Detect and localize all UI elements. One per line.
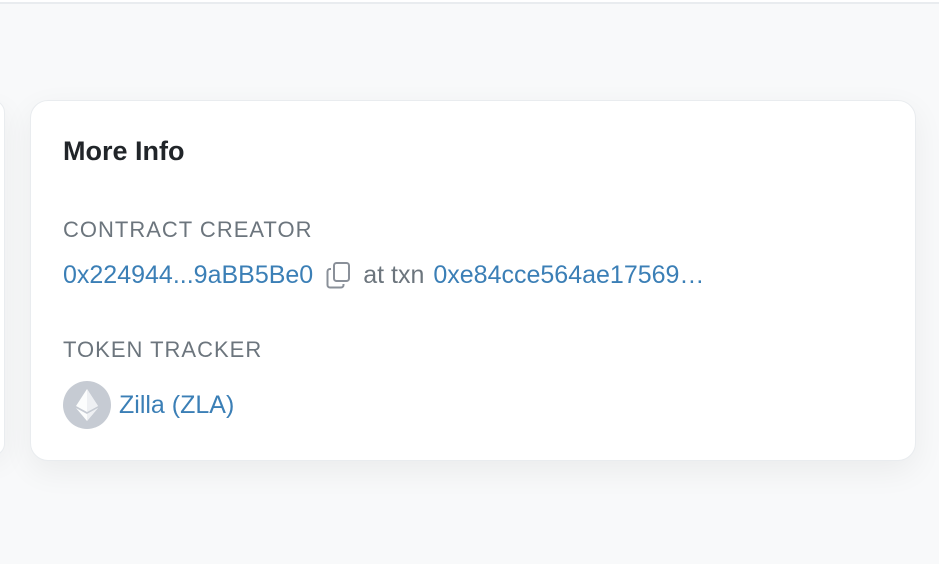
- creation-txn-link[interactable]: 0xe84cce564ae17569…: [433, 261, 704, 290]
- token-name-link[interactable]: Zilla (ZLA): [119, 391, 234, 420]
- ethereum-icon: [63, 381, 111, 429]
- copy-icon[interactable]: [323, 259, 355, 291]
- at-txn-text: at txn: [363, 260, 425, 289]
- contract-creator-label: CONTRACT CREATOR: [63, 217, 313, 242]
- card-title: More Info: [63, 136, 185, 166]
- adjacent-card-edge: [0, 100, 5, 456]
- token-tracker-label: TOKEN TRACKER: [63, 337, 263, 362]
- contract-creator-row: 0x224944...9aBB5Be0 at txn 0xe84cce564ae…: [63, 258, 704, 292]
- more-info-card: More Info CONTRACT CREATOR 0x224944...9a…: [30, 100, 916, 461]
- creator-address-link[interactable]: 0x224944...9aBB5Be0: [63, 261, 313, 290]
- token-tracker-row: Zilla (ZLA): [63, 381, 234, 429]
- header-divider: [0, 0, 939, 4]
